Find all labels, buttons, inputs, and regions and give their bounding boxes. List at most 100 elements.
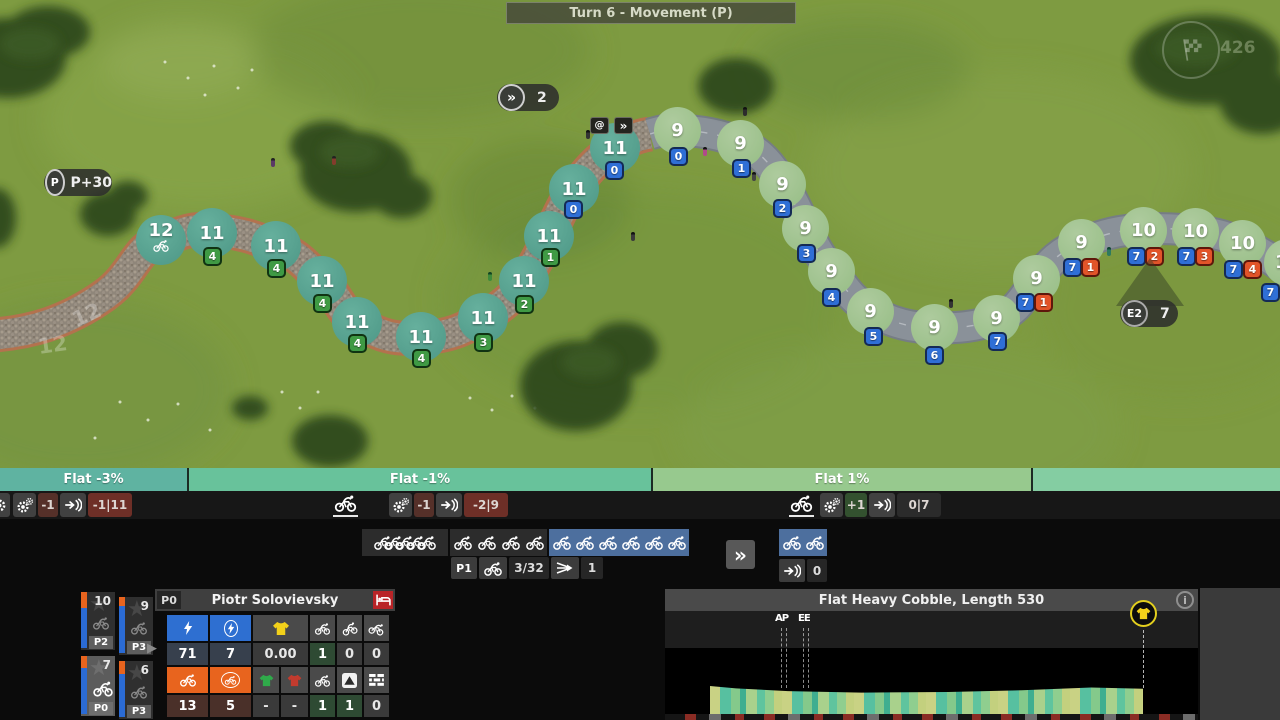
- finish-ghost-value: 426: [1220, 38, 1256, 58]
- move-value-chip: 0: [807, 559, 827, 582]
- side-panel-filler: [1200, 588, 1280, 720]
- gear-button[interactable]: [389, 493, 412, 517]
- spectator: [1107, 247, 1111, 256]
- rest-button[interactable]: [373, 591, 393, 609]
- rider-header: P0 Piotr Solovievsky: [155, 589, 395, 611]
- road-space[interactable]: 9: [911, 304, 958, 351]
- marker-line: [808, 628, 809, 688]
- spectator: [949, 299, 953, 308]
- fast-forward-mini-button[interactable]: »: [614, 117, 633, 134]
- leader-position-line: [1143, 630, 1144, 688]
- apply-move-button[interactable]: [869, 493, 895, 517]
- rider-group[interactable]: [450, 529, 547, 556]
- rider-group-selected[interactable]: [549, 529, 689, 556]
- space-badge: 7: [988, 332, 1007, 351]
- move-result-chip: -1|11: [88, 493, 132, 517]
- rider-mode-icon[interactable]: [333, 494, 358, 517]
- game-screen: 12 12 12 11 11 11 11 11 11 11 11 11 11 9…: [0, 0, 1280, 720]
- gear-button[interactable]: [0, 493, 10, 517]
- fast-forward-button[interactable]: »: [726, 540, 755, 569]
- energy-bar: [81, 592, 87, 650]
- space-move-cost: 9: [776, 174, 789, 195]
- gear-button[interactable]: [13, 493, 36, 517]
- e2-marker-pill[interactable]: E2 7: [1120, 300, 1178, 327]
- player-chip[interactable]: P1: [451, 557, 477, 579]
- terrain-segment: [1033, 468, 1280, 491]
- rider-card[interactable]: ★ 6 P3: [119, 661, 153, 719]
- spectator: [488, 272, 492, 281]
- space-move-cost: 9: [734, 133, 747, 154]
- space-move-cost: 10: [1183, 221, 1208, 242]
- space-badge: 2: [773, 199, 792, 218]
- rider-group-selected[interactable]: [779, 529, 827, 556]
- card-number: 7: [103, 658, 111, 672]
- bike-icon: [130, 685, 148, 699]
- terrain-segment: Flat -3%: [0, 468, 189, 491]
- space-badge: 7: [1224, 260, 1243, 279]
- yellow-jersey-icon: [253, 615, 308, 641]
- marker-line: [781, 628, 782, 688]
- space-move-cost: 11: [511, 271, 536, 292]
- map-viewport[interactable]: 12 12 12 11 11 11 11 11 11 11 11 11 11 9…: [0, 0, 1280, 491]
- auto-button[interactable]: @: [590, 117, 609, 134]
- rider-mode-icon[interactable]: [789, 494, 814, 517]
- space-move-cost: 9: [1030, 268, 1043, 289]
- stat-value: 0: [337, 643, 362, 665]
- terrain-segment: Flat -1%: [189, 468, 653, 491]
- rider-card[interactable]: ★ 10 P2: [81, 592, 115, 650]
- space-move-cost: 9: [671, 120, 684, 141]
- space-move-cost: 12: [148, 220, 173, 241]
- move-result-chip: -2|9: [464, 493, 508, 517]
- move-result-chip: 0|7: [897, 493, 941, 517]
- space-move-cost: 10: [1131, 220, 1156, 241]
- finish-flag-ghost: [1162, 21, 1220, 79]
- space-move-cost: 9: [864, 301, 877, 322]
- space-move-cost: 11: [602, 138, 627, 159]
- spectator: [752, 172, 756, 181]
- space-badge: 1: [541, 248, 560, 267]
- space-move-cost: 11: [536, 226, 561, 247]
- stat-value: 7: [210, 643, 251, 665]
- rider-card-selected[interactable]: ★ 7 P0: [81, 656, 115, 716]
- fast-forward-icon: »: [498, 84, 525, 111]
- p-marker-pill[interactable]: P P+30: [44, 169, 112, 196]
- space-badge: 0: [605, 161, 624, 180]
- space-badge: 4: [412, 349, 431, 368]
- terrain-label: Flat -1%: [390, 472, 450, 487]
- space-move-cost: 11: [408, 327, 433, 348]
- stat-value: 1: [310, 643, 335, 665]
- modifier-chip: -1: [414, 493, 434, 517]
- apply-move-button[interactable]: [779, 559, 805, 582]
- card-player: P0: [89, 702, 113, 715]
- marker-ee-label: EE: [798, 613, 810, 624]
- terrain-segment: Flat 1%: [653, 468, 1033, 491]
- energy-bar: [119, 597, 125, 655]
- stat-value: 71: [167, 643, 208, 665]
- rider-group-peloton[interactable]: [362, 529, 448, 556]
- space-badge: 1: [1034, 293, 1053, 312]
- info-button[interactable]: i: [1176, 591, 1194, 609]
- stat-value: 0: [364, 695, 389, 717]
- rider-select-button[interactable]: [479, 557, 507, 579]
- space-badge: 4: [267, 259, 286, 278]
- space-badge: 3: [1195, 247, 1214, 266]
- stat-value: -: [253, 695, 279, 717]
- descend-bike-icon: [364, 615, 389, 641]
- stat-value: -: [281, 695, 308, 717]
- energy-regen-icon: [210, 615, 251, 641]
- skip-marker-pill[interactable]: » 2: [497, 84, 559, 111]
- apply-move-button[interactable]: [436, 493, 462, 517]
- road-space[interactable]: 12: [136, 215, 186, 265]
- e2-pointer-triangle: [1116, 258, 1184, 306]
- stat-value: 5: [210, 695, 251, 717]
- skip-marker-value: 2: [537, 90, 547, 106]
- space-move-cost: 11: [199, 223, 224, 244]
- gear-button[interactable]: [820, 493, 843, 517]
- marker-line: [786, 628, 787, 688]
- space-badge: 6: [925, 346, 944, 365]
- space-move-cost: 9: [1075, 232, 1088, 253]
- action-bar: -1 -1|11 -1 -2|9 +1 0|7: [0, 491, 1280, 519]
- apply-move-button[interactable]: [60, 493, 86, 517]
- merge-button[interactable]: [551, 557, 579, 579]
- space-badge: 4: [1243, 260, 1262, 279]
